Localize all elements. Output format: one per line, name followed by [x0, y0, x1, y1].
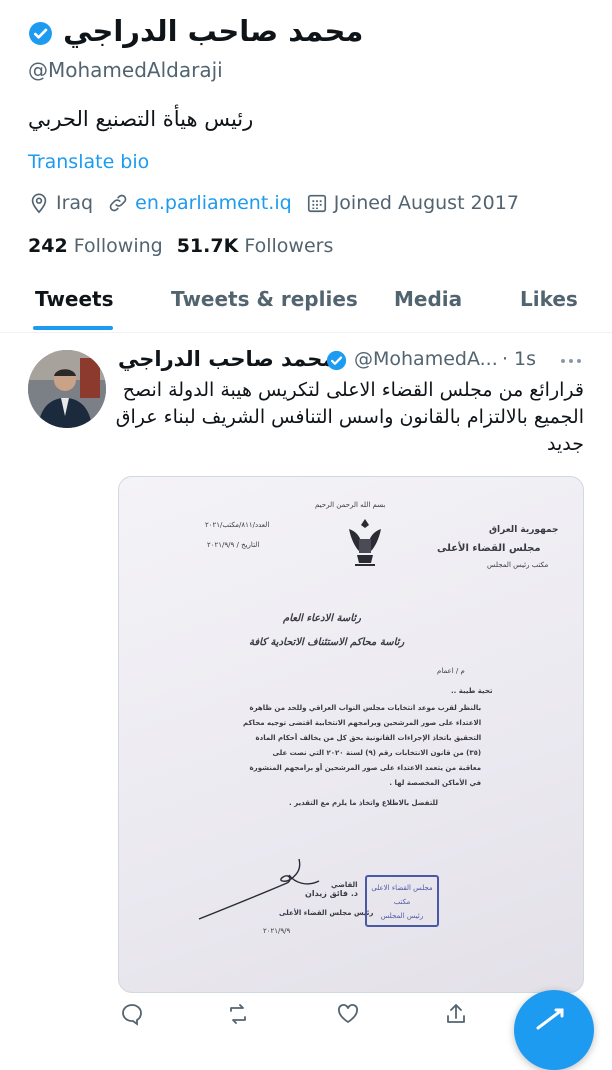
active-tab-indicator — [33, 326, 113, 330]
joined-text: Joined August 2017 — [333, 192, 519, 214]
follow-stats: 242 Following 51.7K Followers — [28, 235, 333, 257]
avatar-photo — [28, 350, 106, 428]
iraq-eagle-emblem-icon — [349, 519, 381, 566]
avatar[interactable] — [28, 350, 106, 428]
profile-display-name: محمد صاحب الدراجي — [28, 14, 363, 48]
doc-body-line: بالنظر لقرب موعد انتخابات مجلس النواب ال… — [249, 704, 482, 712]
doc-stamp-line: رئيس المجلس — [380, 912, 424, 920]
profile-website[interactable]: en.parliament.iq — [107, 192, 292, 214]
translate-bio-link[interactable]: Translate bio — [28, 151, 149, 173]
doc-judge-name: د. فائق زيدان — [305, 889, 358, 898]
tab-tweets[interactable]: Tweets — [35, 287, 114, 311]
doc-date: التاريخ / ٢٠٢١/٩/٩ — [207, 541, 260, 549]
profile-joined: Joined August 2017 — [306, 192, 519, 214]
calendar-icon — [307, 194, 326, 213]
tweet-author-handle[interactable]: @MohamedA... — [354, 348, 498, 370]
tweet-time[interactable]: 1s — [514, 348, 536, 370]
website-link[interactable]: en.parliament.iq — [135, 192, 292, 214]
profile-meta: Iraq en.parliament.iq Joined August 2017 — [28, 192, 533, 214]
doc-office: مكتب رئيس المجلس — [487, 561, 549, 569]
verified-badge-icon — [326, 350, 347, 371]
doc-body-line: في الأماكن المخصصة لها . — [389, 779, 482, 787]
reply-icon[interactable] — [120, 1002, 144, 1026]
doc-body-line: (٣٥) من قانون الانتخابات رقم (٩) لسنة ٢٠… — [272, 749, 482, 757]
doc-basmala: بسم الله الرحمن الرحيم — [315, 501, 386, 509]
tab-likes[interactable]: Likes — [520, 287, 578, 311]
doc-number: العدد/٨١١/مكتب/٢٠٢١ — [205, 521, 270, 529]
followers-count: 51.7K — [176, 235, 239, 257]
link-icon — [109, 194, 127, 212]
followers-link[interactable]: 51.7K Followers — [177, 235, 334, 257]
doc-judge-title: القاضي — [331, 881, 358, 889]
tweet-header: محمد صاحب الدراجي @MohamedA... · 1s — [118, 346, 588, 376]
doc-greeting: تحية طيبة .. — [451, 687, 493, 695]
doc-sign-date: ٢٠٢١/٩/٩ — [263, 927, 291, 935]
profile-bio: رئيس هيأة التصنيع الحربي — [28, 107, 254, 131]
doc-stamp-line: مجلس القضاء الاعلى — [371, 884, 433, 892]
following-link[interactable]: 242 Following — [28, 235, 163, 257]
compose-tweet-icon — [536, 1008, 564, 1030]
doc-to-line1: رئاسة الادعاء العام — [283, 613, 361, 624]
compose-tweet-button[interactable] — [514, 990, 594, 1070]
tweet-text: قرارائع من مجلس القضاء الاعلى لتكريس هيب… — [115, 379, 584, 455]
doc-body: بالنظر لقرب موعد انتخابات مجلس النواب ال… — [243, 701, 481, 791]
following-count: 242 — [28, 235, 68, 257]
tweet-media-image[interactable]: بسم الله الرحمن الرحيم جمهورية العراق مج… — [118, 476, 584, 993]
heart-icon[interactable] — [336, 1002, 360, 1026]
tweet-actions — [118, 1000, 478, 1026]
profile-tabs: Tweets Tweets & replies Media Likes — [0, 270, 612, 333]
tweet-time-separator: · — [502, 348, 509, 370]
doc-body-line: معاقبة من يتعمد الاعتداء على صور المرشحي… — [249, 764, 482, 772]
doc-closing: للتفضل بالاطلاع واتخاذ ما يلزم مع التقدي… — [289, 799, 439, 807]
tab-media[interactable]: Media — [394, 287, 462, 311]
verified-badge-icon — [29, 21, 52, 45]
doc-subject: م / اعمام — [437, 667, 465, 675]
location-text: Iraq — [56, 192, 94, 214]
retweet-icon[interactable] — [226, 1002, 250, 1026]
location-pin-icon — [31, 193, 47, 214]
doc-republic: جمهورية العراق — [489, 525, 559, 535]
following-label: Following — [73, 235, 163, 257]
doc-body-line: الاعتداء على صور المرشحين وبرامجهم الانت… — [243, 719, 482, 727]
tab-tweets-and-replies[interactable]: Tweets & replies — [171, 287, 358, 311]
doc-to-line2: رئاسة محاكم الاستئناف الاتحادية كافة — [249, 637, 405, 648]
profile-location: Iraq — [28, 192, 93, 214]
display-name-text: محمد صاحب الدراجي — [63, 14, 364, 48]
doc-stamp-line: مكتب — [393, 898, 411, 906]
doc-body-line: التحقيق باتخاذ الإجراءات القانونية بحق ك… — [255, 734, 482, 742]
doc-stamp: مجلس القضاء الاعلى مكتب رئيس المجلس — [365, 875, 439, 927]
more-options-icon[interactable] — [558, 350, 584, 372]
share-icon[interactable] — [444, 1002, 468, 1026]
followers-label: Followers — [244, 235, 334, 257]
profile-handle: @MohamedAldaraji — [28, 58, 223, 82]
doc-judge-role: رئيس مجلس القضاء الأعلى — [279, 909, 374, 917]
tweet-author-name[interactable]: محمد صاحب الدراجي — [118, 347, 335, 371]
doc-council: مجلس القضاء الأعلى — [437, 543, 541, 554]
